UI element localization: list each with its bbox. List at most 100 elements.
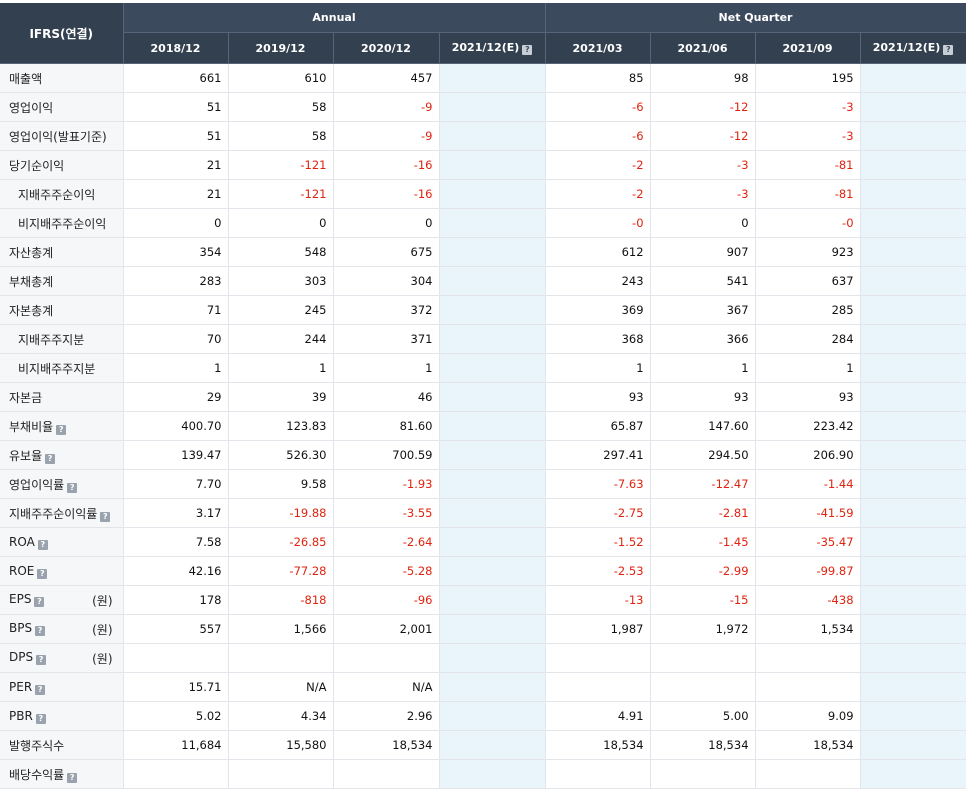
value-cell: 42.16 xyxy=(123,556,229,586)
unit-label: (원) xyxy=(92,622,113,637)
help-icon[interactable]: ? xyxy=(35,684,46,695)
help-icon[interactable]: ? xyxy=(522,45,533,55)
value-cell: N/A xyxy=(228,672,334,702)
value-cell xyxy=(439,411,546,441)
row-label-text: 당기순이익 xyxy=(9,158,65,173)
row-label: 자본금 xyxy=(0,382,124,412)
row-label-text: 부채총계 xyxy=(9,274,54,289)
value-cell: 303 xyxy=(228,266,334,296)
value-cell: -6 xyxy=(545,92,651,122)
table-row: EPS? (원) 178 -818 -96 -13 -15 -438 xyxy=(0,585,966,615)
help-icon[interactable]: ? xyxy=(943,45,954,55)
value-cell: 7.70 xyxy=(123,469,229,499)
header-period-row: 2018/12 2019/12 2020/12 2021/12(E)? 2021/03 2… xyxy=(0,32,966,64)
value-cell: 1,534 xyxy=(755,614,861,644)
row-label: 자본총계 xyxy=(0,295,124,325)
row-label-text: 자본금 xyxy=(9,390,43,405)
period-label: 2020/12 xyxy=(361,41,411,55)
value-cell xyxy=(439,556,546,586)
value-cell xyxy=(860,266,966,296)
row-label: 영업이익률? xyxy=(0,469,124,499)
value-cell: 21 xyxy=(123,150,229,180)
row-label-text: PER xyxy=(9,679,33,694)
value-cell xyxy=(755,759,861,789)
table-row: ROE? 42.16 -77.28 -5.28 -2.53 -2.99 -99.87 xyxy=(0,556,966,586)
value-cell xyxy=(860,295,966,325)
help-icon[interactable]: ? xyxy=(100,511,111,522)
help-icon[interactable]: ? xyxy=(35,713,46,724)
value-cell: 283 xyxy=(123,266,229,296)
value-cell: -12 xyxy=(650,121,756,151)
row-label: PBR? xyxy=(0,701,124,731)
help-icon[interactable]: ? xyxy=(67,772,78,783)
value-cell xyxy=(439,150,546,180)
value-cell: -3 xyxy=(650,179,756,209)
value-cell: -2 xyxy=(545,179,651,209)
row-label-text: 비지배주주지분 xyxy=(18,361,96,376)
value-cell xyxy=(860,585,966,615)
value-cell: -12 xyxy=(650,92,756,122)
row-label: BPS? (원) xyxy=(0,614,124,644)
help-icon[interactable]: ? xyxy=(56,424,67,435)
value-cell: 58 xyxy=(228,121,334,151)
table-row: 비지배주주지분 1 1 1 1 1 1 xyxy=(0,353,966,383)
value-cell xyxy=(860,730,966,760)
value-cell: -2 xyxy=(545,150,651,180)
value-cell: 285 xyxy=(755,295,861,325)
table-row: 배당수익률? xyxy=(0,759,966,789)
period-label: 2021/09 xyxy=(782,41,833,55)
period-label: 2018/12 xyxy=(150,41,201,55)
value-cell: 70 xyxy=(123,324,229,354)
value-cell xyxy=(860,759,966,789)
value-cell: 18,534 xyxy=(545,730,651,760)
value-cell: -3.55 xyxy=(333,498,440,528)
value-cell: 0 xyxy=(228,208,334,238)
help-icon[interactable]: ? xyxy=(36,654,47,665)
row-label: PER? xyxy=(0,672,124,702)
value-cell: -2.75 xyxy=(545,498,651,528)
value-cell: 58 xyxy=(228,92,334,122)
help-icon[interactable]: ? xyxy=(37,568,48,579)
row-label: 매출액 xyxy=(0,63,124,93)
value-cell: -81 xyxy=(755,179,861,209)
annual-group-header: Annual xyxy=(123,3,546,33)
value-cell: 294.50 xyxy=(650,440,756,470)
help-icon[interactable]: ? xyxy=(34,596,45,607)
table-row: 지배주주순이익률? 3.17 -19.88 -3.55 -2.75 -2.81 -41.59 xyxy=(0,498,966,528)
value-cell: -13 xyxy=(545,585,651,615)
value-cell: -9 xyxy=(333,92,440,122)
value-cell xyxy=(860,556,966,586)
table-body: 매출액 661 610 457 85 98 195 영업이익 51 58 -9 -6 -12 -3 영업이익… xyxy=(0,63,966,789)
help-icon[interactable]: ? xyxy=(67,482,78,493)
value-cell xyxy=(860,324,966,354)
row-label: EPS? (원) xyxy=(0,585,124,615)
help-icon[interactable]: ? xyxy=(45,453,56,464)
row-label-text: EPS xyxy=(9,591,32,606)
value-cell xyxy=(439,614,546,644)
value-cell xyxy=(439,266,546,296)
row-label: 자산총계 xyxy=(0,237,124,267)
value-cell xyxy=(755,643,861,673)
table-row: PER? 15.71 N/A N/A xyxy=(0,672,966,702)
period-label: 2021/03 xyxy=(572,41,623,55)
value-cell: 206.90 xyxy=(755,440,861,470)
period-label: 2021/12(E) xyxy=(872,41,941,54)
value-cell: -818 xyxy=(228,585,334,615)
value-cell: -6 xyxy=(545,121,651,151)
row-label-text: 배당수익률 xyxy=(9,767,65,782)
value-cell: 51 xyxy=(123,92,229,122)
value-cell: -2.99 xyxy=(650,556,756,586)
help-icon[interactable]: ? xyxy=(37,539,48,550)
value-cell xyxy=(650,672,756,702)
value-cell: -9 xyxy=(333,121,440,151)
value-cell: 39 xyxy=(228,382,334,412)
value-cell xyxy=(860,614,966,644)
help-icon[interactable]: ? xyxy=(35,625,46,636)
value-cell xyxy=(860,527,966,557)
period-header: 2020/12 xyxy=(333,32,440,64)
row-label-text: 지배주주지분 xyxy=(18,332,85,347)
financial-summary: IFRS(연결) Annual Net Quarter 2018/12 2019/… xyxy=(0,0,966,804)
value-cell: 98 xyxy=(650,63,756,93)
value-cell: -0 xyxy=(545,208,651,238)
table-row: 자본금 29 39 46 93 93 93 xyxy=(0,382,966,412)
